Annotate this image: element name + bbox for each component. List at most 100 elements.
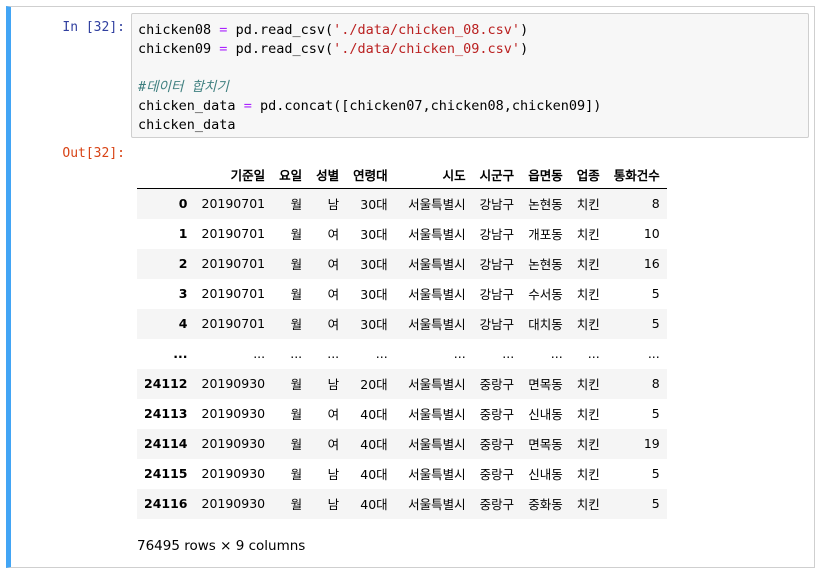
- table-cell: 월: [290, 197, 303, 213]
- table-cell: 치킨: [576, 257, 600, 272]
- table-cell: ...: [647, 346, 660, 361]
- index-header: [137, 160, 195, 189]
- table-cell: 서울특별시: [408, 287, 466, 302]
- table-cell: 20190701: [201, 316, 266, 331]
- table-cell: 서울특별시: [408, 317, 466, 332]
- table-cell: 여: [327, 407, 340, 422]
- table-cell: 여: [327, 257, 340, 272]
- table-cell: 강남구: [479, 287, 515, 302]
- code-call: pd.read_csv(: [235, 41, 334, 57]
- table-cell: 40대: [360, 467, 388, 482]
- code-editor[interactable]: chicken08 = pd.read_csv('./data/chicken_…: [131, 13, 809, 138]
- row-index: 0: [178, 196, 188, 212]
- table-cell: 5: [651, 466, 660, 481]
- table-cell: 논현동: [528, 257, 563, 272]
- table-row-ellipsis: ... ... ... ... ... ... ... ... ... ...: [137, 339, 667, 369]
- column-header: 읍면동: [521, 160, 570, 189]
- row-index: 24115: [144, 466, 188, 481]
- table-cell: 19: [643, 436, 660, 451]
- dataframe-table: 기준일 요일 성별 연령대 시도 시군구 읍면동 업종 통화건수 0 20190…: [137, 160, 667, 519]
- table-cell: 대치동: [528, 317, 563, 332]
- table-cell: 40대: [360, 407, 388, 422]
- table-cell: 치킨: [576, 467, 600, 482]
- table-row: 3 20190701 월 여 30대 서울특별시 강남구 수서동 치킨 5: [137, 279, 667, 309]
- table-cell: 강남구: [479, 197, 515, 213]
- row-index: ...: [173, 346, 188, 361]
- table-cell: 8: [651, 196, 660, 212]
- table-cell: 서울특별시: [408, 197, 466, 213]
- table-cell: 20190930: [201, 436, 266, 451]
- table-cell: 20190930: [201, 496, 266, 511]
- code-var: chicken09: [138, 41, 212, 57]
- code-text[interactable]: chicken08 = pd.read_csv('./data/chicken_…: [138, 21, 601, 135]
- table-cell: 30대: [360, 287, 388, 302]
- table-cell: 월: [290, 287, 303, 302]
- table-cell: 월: [290, 227, 303, 242]
- table-cell: 서울특별시: [408, 257, 466, 272]
- table-cell: 남: [327, 197, 340, 213]
- table-cell: 30대: [360, 227, 388, 242]
- table-row: 4 20190701 월 여 30대 서울특별시 강남구 대치동 치킨 5: [137, 308, 667, 339]
- table-cell: 월: [290, 407, 303, 422]
- column-header: 성별: [309, 160, 347, 189]
- row-index: 24114: [144, 436, 188, 451]
- table-cell: 신내동: [528, 467, 563, 482]
- row-index: 3: [178, 286, 188, 301]
- table-cell: 면목동: [528, 377, 563, 392]
- table-cell: 서울특별시: [408, 437, 466, 452]
- table-cell: 치킨: [576, 437, 600, 452]
- table-row: 2 20190701 월 여 30대 서울특별시 강남구 논현동 치킨 16: [137, 248, 667, 279]
- column-header: 업종: [569, 160, 607, 189]
- table-cell: ...: [587, 346, 600, 361]
- table-cell: 치킨: [576, 407, 600, 422]
- table-cell: 중랑구: [479, 407, 515, 422]
- table-cell: 면목동: [528, 437, 563, 452]
- code-operator: =: [219, 22, 228, 38]
- table-cell: 월: [290, 497, 303, 512]
- table-cell: 20대: [360, 377, 388, 392]
- table-cell: ...: [290, 346, 303, 361]
- table-row: 24115 20190930 월 남 40대 서울특별시 중랑구 신내동 치킨 …: [137, 459, 667, 489]
- table-cell: 8: [651, 376, 660, 391]
- code-var: chicken08: [138, 22, 212, 38]
- table-cell: 남: [327, 377, 340, 392]
- table-cell: 5: [651, 316, 660, 331]
- table-cell: 월: [290, 317, 303, 332]
- table-cell: 치킨: [576, 227, 600, 242]
- table-cell: 여: [327, 317, 340, 332]
- table-cell: 서울특별시: [408, 227, 466, 242]
- code-string: './data/chicken_09.csv': [333, 41, 521, 57]
- table-cell: 중랑구: [479, 377, 515, 392]
- code-var: chicken_data: [138, 117, 236, 133]
- table-cell: 서울특별시: [408, 497, 466, 512]
- table-cell: 서울특별시: [408, 467, 466, 482]
- table-cell: 20190930: [201, 466, 266, 481]
- table-cell: 20190701: [201, 196, 266, 212]
- row-index: 24112: [144, 376, 188, 391]
- table-cell: 중랑구: [479, 497, 515, 512]
- table-cell: 20190701: [201, 286, 266, 301]
- table-row: 24116 20190930 월 남 40대 서울특별시 중랑구 중화동 치킨 …: [137, 488, 667, 519]
- table-cell: 중화동: [528, 497, 563, 512]
- table-cell: 40대: [360, 497, 388, 512]
- table-cell: 여: [327, 437, 340, 452]
- table-cell: ...: [375, 346, 388, 361]
- code-comment: #데이터 합치기: [138, 79, 229, 95]
- table-cell: 월: [290, 467, 303, 482]
- table-cell: 30대: [360, 317, 388, 332]
- table-cell: 20190930: [201, 376, 266, 391]
- code-var: chicken_data: [138, 98, 236, 114]
- table-row: 0 20190701 월 남 30대 서울특별시 강남구 논현동 치킨 8: [137, 188, 667, 219]
- code-call: pd.concat([chicken07,chicken08,chicken09…: [259, 98, 602, 114]
- table-cell: 치킨: [576, 197, 600, 213]
- table-cell: 30대: [360, 257, 388, 272]
- row-index: 1: [178, 226, 188, 241]
- table-cell: 월: [290, 437, 303, 452]
- table-cell: 논현동: [528, 197, 563, 213]
- table-cell: 치킨: [576, 287, 600, 302]
- code-operator: =: [243, 98, 252, 114]
- table-cell: ...: [502, 346, 515, 361]
- table-cell: ...: [550, 346, 563, 361]
- table-cell: 남: [327, 497, 340, 512]
- table-cell: 월: [290, 257, 303, 272]
